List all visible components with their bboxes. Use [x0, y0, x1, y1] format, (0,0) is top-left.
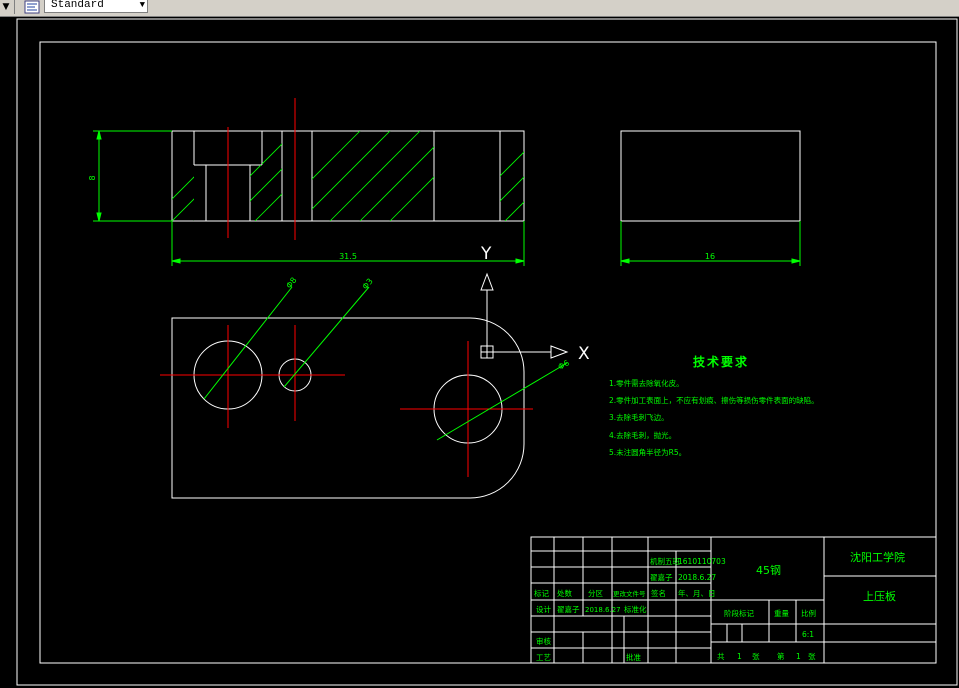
- tech-req-item: 5.未注圆角半径为R5。: [609, 447, 686, 457]
- dia3-text: Φ6: [557, 358, 571, 371]
- scale-value: 6:1: [802, 630, 814, 639]
- design-name: 翟嘉子: [557, 604, 580, 614]
- approve-label: 批准: [626, 652, 641, 662]
- col-zone: 分区: [588, 589, 603, 598]
- tech-req-item: 3.去除毛刺飞边。: [609, 412, 669, 422]
- col-ymd: 年、月、日: [678, 588, 716, 598]
- stage-mark-label: 阶段标记: [724, 608, 754, 618]
- dropdown-arrow-icon[interactable]: ▼: [1, 1, 11, 13]
- sheet-word-1: 张: [752, 652, 760, 661]
- length-dim-text: 31.5: [339, 252, 357, 261]
- scale-label: 比例: [801, 608, 816, 618]
- sheet-word-2: 张: [808, 652, 816, 661]
- part-name: 上压板: [863, 589, 896, 603]
- col-sign: 签名: [651, 588, 666, 598]
- process-label: 工艺: [536, 653, 551, 662]
- tech-req-title: 技术要求: [693, 354, 749, 369]
- sheets-total-label: 共: [717, 652, 725, 661]
- ucs-icon: [480, 272, 569, 359]
- dia1-text: Φ8: [284, 276, 298, 291]
- material-text: 45钢: [756, 564, 781, 577]
- height-dimension: [93, 130, 172, 222]
- toolbar-separator: [14, 0, 15, 14]
- standardize-label: 标准化: [624, 604, 647, 614]
- sheet-no-label: 第: [777, 651, 785, 661]
- weight-label: 重量: [774, 609, 789, 618]
- ucs-y-label: Y: [480, 244, 492, 264]
- col-doc-no: 更改文件号: [613, 589, 646, 598]
- dia2-text: Φ3: [361, 277, 375, 292]
- height-dim-text: 8: [88, 175, 97, 180]
- drawing-canvas[interactable]: 8 31.5 16 Φ8 Φ3 Φ6 Y X 技术要求 1.零件需去除氧化皮。 …: [0, 16, 959, 688]
- col-mark: 标记: [534, 588, 549, 598]
- design-label: 设计: [536, 604, 551, 614]
- text-style-select[interactable]: Standard ▼: [44, 0, 148, 13]
- draft-date: 2018.6.27: [678, 573, 716, 582]
- text-style-icon[interactable]: [24, 0, 40, 14]
- ucs-x-label: X: [578, 344, 590, 364]
- tech-req-item: 2.零件加工表面上，不应有划痕、擦伤等损伤零件表面的缺陷。: [609, 395, 819, 405]
- side-view: [620, 130, 801, 222]
- front-view: [171, 98, 525, 240]
- sheet-no: 1: [796, 652, 801, 661]
- school-name: 沈阳工学院: [850, 550, 905, 564]
- tech-req-item: 4.去除毛刺，抛光。: [609, 430, 676, 440]
- design-date: 2018.6.27: [585, 606, 621, 614]
- toolbar: ▼ Standard ▼: [0, 0, 959, 17]
- width-dim-text: 16: [705, 252, 715, 261]
- drafter-name: 翟嘉子: [650, 572, 673, 582]
- top-view: [160, 317, 533, 499]
- diameter-dimensions: [203, 286, 568, 441]
- chevron-down-icon: ▼: [139, 0, 145, 10]
- drawn-label: 机制五班: [650, 556, 680, 566]
- col-count: 处数: [557, 588, 572, 598]
- tech-req-item: 1.零件需去除氧化皮。: [609, 378, 684, 388]
- text-style-value: Standard: [51, 0, 104, 11]
- review-label: 审核: [536, 636, 551, 646]
- sheets-total: 1: [737, 652, 742, 661]
- student-id: 1610110703: [678, 557, 726, 566]
